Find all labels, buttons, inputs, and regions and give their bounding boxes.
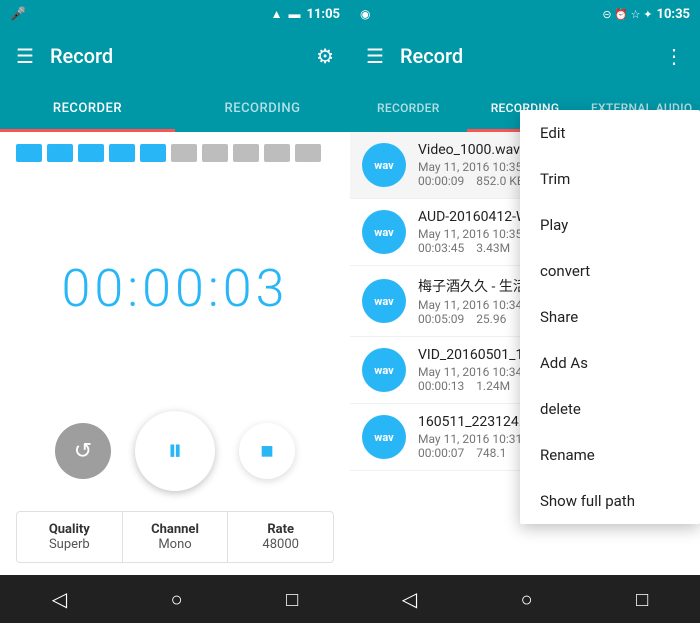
context-convert[interactable]: convert: [520, 248, 700, 294]
home-icon-right[interactable]: ○: [521, 587, 533, 612]
left-panel: 🎤 ▲ ▬ 11:05 ☰ Record ⚙ RECORDER RECORDIN…: [0, 0, 350, 623]
info-bar: Quality Superb Channel Mono Rate 48000: [16, 511, 334, 563]
context-delete[interactable]: delete: [520, 386, 700, 432]
app-title-left: Record: [50, 44, 300, 68]
mic-icon: 🎤: [10, 7, 26, 22]
status-bar-right-right: ⊝ ⏰ ☆ ✦ 10:35: [602, 7, 690, 22]
nav-bar-right: ◁ ○ □: [350, 575, 700, 623]
context-add-as[interactable]: Add As: [520, 340, 700, 386]
channel-value: Mono: [123, 537, 228, 552]
home-icon-left[interactable]: ○: [171, 587, 183, 612]
context-share[interactable]: Share: [520, 294, 700, 340]
app-title-right: Record: [400, 44, 648, 68]
prog-block-4: [109, 144, 135, 162]
prog-block-1: [16, 144, 42, 162]
context-menu: Edit Trim Play convert Share Add As dele…: [520, 110, 700, 524]
prog-block-5: [140, 144, 166, 162]
channel-info: Channel Mono: [123, 512, 229, 562]
gear-icon-left[interactable]: ⚙: [316, 44, 334, 68]
reset-button[interactable]: ↺: [55, 423, 111, 479]
pause-icon: ⏸: [168, 434, 183, 468]
status-bar-left-icons: 🎤: [10, 7, 26, 22]
status-bar-right: ◉ ⊝ ⏰ ☆ ✦ 10:35: [350, 0, 700, 28]
tab-recorder-left[interactable]: RECORDER: [0, 84, 175, 132]
controls-area: ↺ ⏸ ■: [0, 411, 350, 511]
timer-display: 00:00:03: [62, 258, 289, 319]
menu-icon-right[interactable]: ⋮: [664, 44, 684, 68]
wav-badge-4: wav: [362, 415, 406, 459]
hamburger-icon-right[interactable]: ☰: [366, 44, 384, 68]
status-bar-right-left: ◉: [360, 7, 370, 21]
wav-badge-1: wav: [362, 210, 406, 254]
quality-label: Quality: [17, 522, 122, 537]
quality-value: Superb: [17, 537, 122, 552]
rate-info: Rate 48000: [228, 512, 333, 562]
location-icon: ◉: [360, 7, 370, 21]
prog-block-10: [295, 144, 321, 162]
tabs-left: RECORDER RECORDING: [0, 84, 350, 132]
wav-badge-2: wav: [362, 279, 406, 323]
status-time-left: 11:05: [307, 7, 341, 22]
prog-block-3: [78, 144, 104, 162]
prog-block-9: [264, 144, 290, 162]
hamburger-icon-left[interactable]: ☰: [16, 44, 34, 68]
prog-block-8: [233, 144, 259, 162]
back-icon-right[interactable]: ◁: [402, 587, 417, 611]
progress-bar: [0, 132, 350, 166]
rate-value: 48000: [228, 537, 333, 552]
context-trim[interactable]: Trim: [520, 156, 700, 202]
status-time-right: 10:35: [657, 7, 691, 22]
prog-block-2: [47, 144, 73, 162]
status-bar-left: 🎤 ▲ ▬ 11:05: [0, 0, 350, 28]
back-icon-left[interactable]: ◁: [52, 587, 67, 611]
context-play[interactable]: Play: [520, 202, 700, 248]
tab-recording-left[interactable]: RECORDING: [175, 84, 350, 132]
tab-recorder-right[interactable]: RECORDER: [350, 84, 467, 132]
app-bar-left: ☰ Record ⚙: [0, 28, 350, 84]
quality-info: Quality Superb: [17, 512, 123, 562]
status-icons-right: ⊝ ⏰ ☆ ✦: [602, 8, 652, 21]
app-bar-right: ☰ Record ⋮: [350, 28, 700, 84]
rate-label: Rate: [228, 522, 333, 537]
channel-label: Channel: [123, 522, 228, 537]
context-rename[interactable]: Rename: [520, 432, 700, 478]
right-panel: ◉ ⊝ ⏰ ☆ ✦ 10:35 ☰ Record ⋮ RECORDER RECO…: [350, 0, 700, 623]
wav-badge-0: wav: [362, 143, 406, 187]
reset-icon: ↺: [74, 438, 92, 464]
prog-block-7: [202, 144, 228, 162]
context-show-full-path[interactable]: Show full path: [520, 478, 700, 524]
wifi-icon: ▲: [271, 7, 283, 21]
nav-bar-left: ◁ ○ □: [0, 575, 350, 623]
context-edit[interactable]: Edit: [520, 110, 700, 156]
timer-area: 00:00:03: [0, 166, 350, 411]
pause-button[interactable]: ⏸: [135, 411, 215, 491]
wav-badge-3: wav: [362, 348, 406, 392]
recents-icon-left[interactable]: □: [286, 587, 298, 612]
battery-icon: ▬: [289, 7, 301, 21]
stop-icon: ■: [260, 438, 273, 464]
recents-icon-right[interactable]: □: [636, 587, 648, 612]
stop-button[interactable]: ■: [239, 423, 295, 479]
prog-block-6: [171, 144, 197, 162]
